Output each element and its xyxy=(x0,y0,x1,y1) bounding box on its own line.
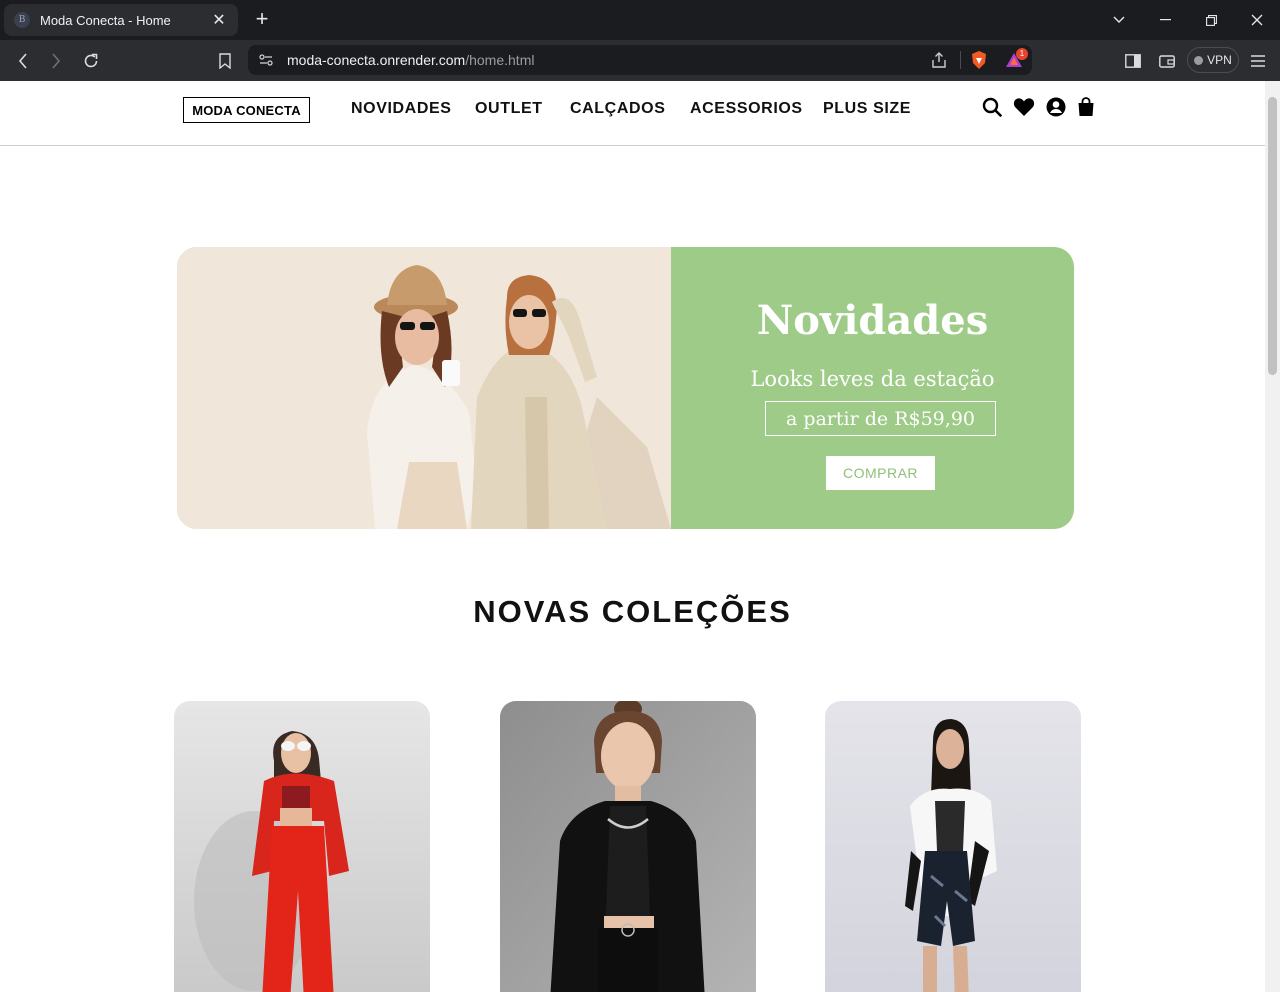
hero-title: Novidades xyxy=(756,297,989,344)
hero-text-panel: Novidades Looks leves da estação a parti… xyxy=(671,247,1074,529)
collection-card[interactable] xyxy=(500,701,756,992)
section-title: NOVAS COLEÇÕES xyxy=(473,594,792,629)
black-outfit-model-photo xyxy=(500,701,756,992)
nav-outlet[interactable]: OUTLET xyxy=(475,100,543,118)
tab-title: Moda Conecta - Home xyxy=(40,12,171,28)
forward-icon[interactable] xyxy=(43,48,69,74)
favicon-icon: B xyxy=(14,12,30,28)
url-text: moda-conecta.onrender.com/home.html xyxy=(287,52,534,68)
brave-shields-icon[interactable] xyxy=(970,50,988,75)
red-suit-model-photo xyxy=(174,701,430,992)
browser-tab-bar: B Moda Conecta - Home ✕ + xyxy=(0,0,1280,40)
site-logo[interactable]: MODA CONECTA xyxy=(183,97,310,123)
restore-button[interactable] xyxy=(1188,0,1234,40)
url-host: moda-conecta.onrender.com xyxy=(287,52,466,68)
heart-icon[interactable] xyxy=(1013,96,1035,118)
scrollbar-thumb[interactable] xyxy=(1268,97,1277,375)
bookmark-icon[interactable] xyxy=(212,48,238,74)
new-tab-button[interactable]: + xyxy=(250,6,274,34)
collection-card[interactable] xyxy=(174,701,430,992)
page-viewport: MODA CONECTA NOVIDADES OUTLET CALÇADOS A… xyxy=(0,81,1265,992)
share-icon[interactable] xyxy=(930,51,948,74)
hero-banner: Novidades Looks leves da estação a parti… xyxy=(177,247,1074,529)
address-bar[interactable]: moda-conecta.onrender.com/home.html 1 xyxy=(248,45,1032,75)
vpn-status-icon xyxy=(1194,55,1204,65)
white-shirt-model-photo xyxy=(825,701,1081,992)
user-icon[interactable] xyxy=(1045,96,1067,118)
page-scrollbar[interactable] xyxy=(1265,81,1280,992)
search-icon[interactable] xyxy=(981,96,1003,118)
browser-tab[interactable]: B Moda Conecta - Home ✕ xyxy=(4,4,238,36)
menu-icon[interactable] xyxy=(1245,48,1271,74)
vpn-label: VPN xyxy=(1207,53,1232,67)
collection-card[interactable] xyxy=(825,701,1081,992)
site-settings-icon[interactable] xyxy=(258,52,274,73)
url-path: /home.html xyxy=(465,52,535,68)
minimize-button[interactable] xyxy=(1142,0,1188,40)
nav-novidades[interactable]: NOVIDADES xyxy=(351,100,452,118)
wallet-icon[interactable] xyxy=(1154,48,1180,74)
url-divider xyxy=(960,51,961,69)
nav-acessorios[interactable]: ACESSORIOS xyxy=(690,100,803,118)
nav-plus-size[interactable]: PLUS SIZE xyxy=(823,100,911,118)
shopping-bag-icon[interactable] xyxy=(1075,96,1097,118)
reload-icon[interactable] xyxy=(78,48,104,74)
site-header: MODA CONECTA NOVIDADES OUTLET CALÇADOS A… xyxy=(0,81,1265,146)
close-window-button[interactable] xyxy=(1234,0,1280,40)
close-tab-icon[interactable]: ✕ xyxy=(210,10,228,30)
tab-search-chevron-icon[interactable] xyxy=(1096,0,1142,40)
sidebar-toggle-icon[interactable] xyxy=(1120,48,1146,74)
vpn-button[interactable]: VPN xyxy=(1187,47,1239,73)
hero-photo xyxy=(177,247,671,529)
hero-price-tag: a partir de R$59,90 xyxy=(765,401,996,436)
back-icon[interactable] xyxy=(10,48,36,74)
nav-calcados[interactable]: CALÇADOS xyxy=(570,100,665,118)
comprar-button[interactable]: COMPRAR xyxy=(826,456,935,490)
notification-badge: 1 xyxy=(1016,48,1028,60)
hero-subtitle: Looks leves da estação xyxy=(750,367,995,391)
